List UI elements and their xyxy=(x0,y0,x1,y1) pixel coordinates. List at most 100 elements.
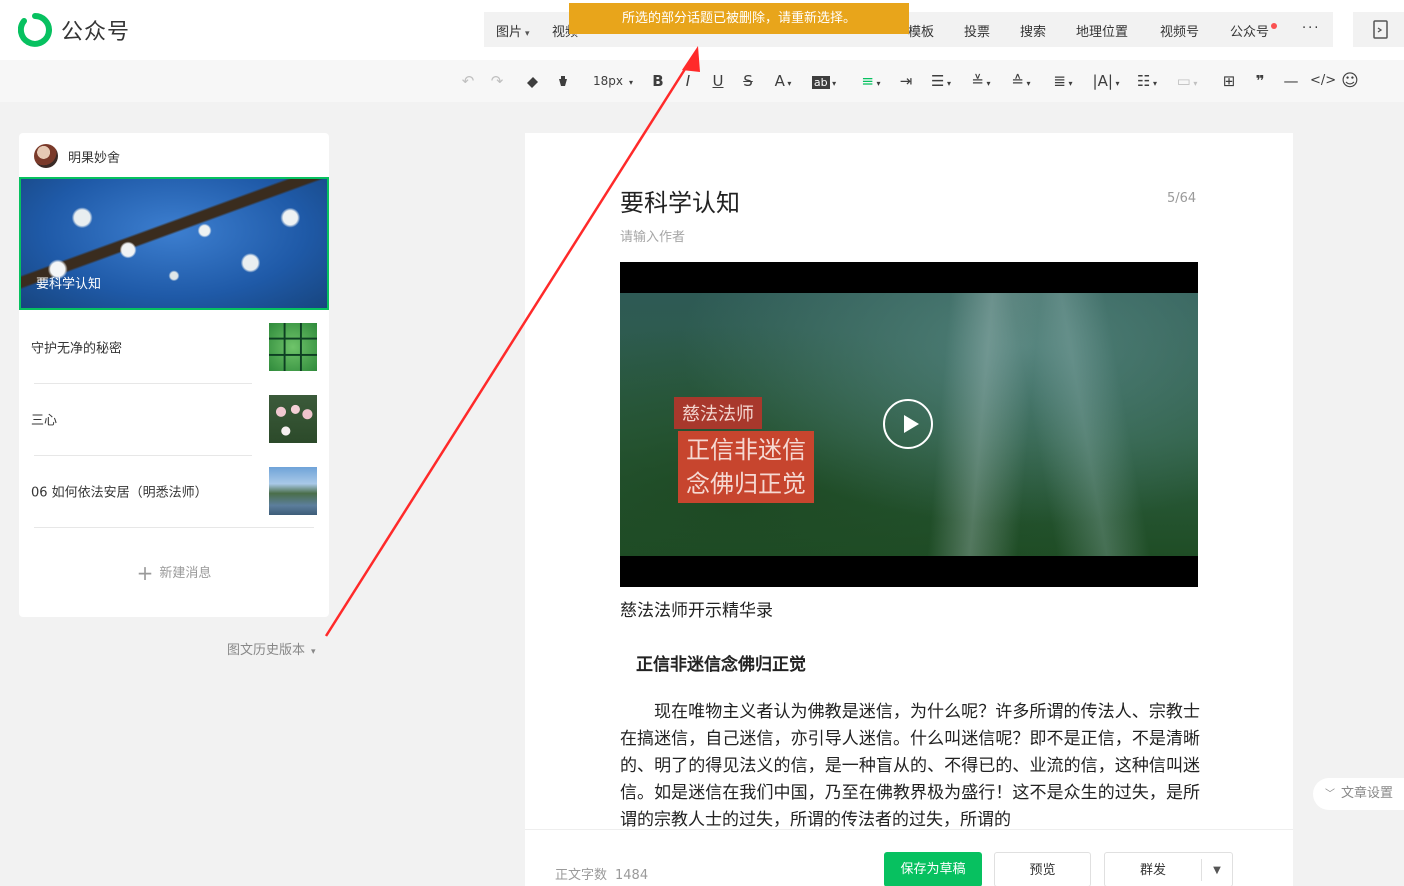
format-painter-icon[interactable] xyxy=(522,70,542,92)
video-player[interactable]: 慈法法师 正信非迷信 念佛归正觉 xyxy=(620,262,1198,587)
table-icon[interactable]: ⊞ xyxy=(1218,70,1240,92)
bold-icon[interactable]: B xyxy=(648,70,668,92)
word-count-label: 正文字数 xyxy=(555,868,608,883)
horizontal-rule-icon[interactable]: — xyxy=(1280,70,1302,92)
account-name: 明果妙舍 xyxy=(68,150,121,166)
new-message-label: 新建消息 xyxy=(159,566,212,581)
cover-article[interactable]: 要科学认知 xyxy=(19,177,329,310)
insert-account-label: 公众号 xyxy=(1230,25,1270,40)
italic-icon[interactable]: I xyxy=(678,70,698,92)
more-icon: ··· xyxy=(1302,21,1321,36)
more-menu-button[interactable]: ··· xyxy=(1302,21,1320,36)
author-input[interactable]: 请输入作者 xyxy=(620,226,685,245)
video-label-line: 念佛归正觉 xyxy=(686,470,806,498)
video-label-top: 慈法法师 xyxy=(674,397,762,429)
app-name: 公众号 xyxy=(61,20,131,45)
article-thumbnail xyxy=(269,467,317,515)
video-label-main: 正信非迷信 念佛归正觉 xyxy=(678,431,814,503)
article-title: 三心 xyxy=(31,413,58,429)
quote-icon[interactable]: ❞ xyxy=(1249,70,1271,92)
justify-icon[interactable]: ☰ ▾ xyxy=(926,70,956,92)
save-draft-button[interactable]: 保存为草稿 xyxy=(884,852,982,886)
editor-area: 要科学认知 5/64 请输入作者 慈法法师 正信非迷信 念佛归正觉 慈法法师开示… xyxy=(525,133,1293,886)
redo-icon[interactable]: ↷ xyxy=(487,70,507,92)
align-left-icon[interactable]: ≡ ▾ xyxy=(856,70,886,92)
list-item[interactable]: 三心 xyxy=(19,383,329,455)
line-height-icon[interactable]: ≣ ▾ xyxy=(1048,70,1078,92)
word-count-value: 1484 xyxy=(615,868,649,883)
side-panel-toggle[interactable] xyxy=(1353,12,1404,47)
underline-icon[interactable]: U xyxy=(708,70,728,92)
highlight-color-icon[interactable]: ab ▾ xyxy=(808,70,840,92)
insert-search-label: 搜索 xyxy=(1020,25,1047,40)
article-subheading[interactable]: 正信非迷信念佛归正觉 xyxy=(636,650,806,675)
article-title: 06 如何依法安居（明悉法师） xyxy=(31,485,208,501)
font-size-value: 18px xyxy=(592,74,623,88)
insert-template-menu[interactable]: 模板 xyxy=(908,21,934,40)
insert-account-menu[interactable]: 公众号 xyxy=(1230,21,1278,40)
indent-icon[interactable]: ⇥ xyxy=(896,70,916,92)
insert-channels-label: 视频号 xyxy=(1160,25,1200,40)
image-align-icon[interactable]: ▭ ▾ xyxy=(1172,70,1202,92)
insert-location-label: 地理位置 xyxy=(1076,25,1129,40)
letter-spacing-icon[interactable]: |A| ▾ xyxy=(1090,70,1122,92)
article-title-input[interactable]: 要科学认知 xyxy=(620,183,740,218)
insert-template-label: 模板 xyxy=(908,25,935,40)
clear-format-icon[interactable] xyxy=(553,70,573,92)
article-body-text[interactable]: 现在唯物主义者认为佛教是迷信，为什么呢？许多所谓的传法人、宗教士在搞迷信，自己迷… xyxy=(620,699,1200,834)
insert-location-menu[interactable]: 地理位置 xyxy=(1076,21,1128,40)
account-header: 明果妙舍 xyxy=(34,144,120,168)
paragraph-spacing-before-icon[interactable]: ≚ ▾ xyxy=(966,70,996,92)
divider xyxy=(34,527,314,528)
chevron-down-icon: ▾ xyxy=(628,78,633,87)
list-item[interactable]: 守护无净的秘密 xyxy=(19,311,329,383)
undo-icon[interactable]: ↶ xyxy=(458,70,478,92)
list-icon[interactable]: ☷ ▾ xyxy=(1132,70,1162,92)
history-label: 图文历史版本 xyxy=(227,643,306,658)
list-item[interactable]: 06 如何依法安居（明悉法师） xyxy=(19,455,329,527)
cover-article-title: 要科学认知 xyxy=(36,277,102,292)
bottom-action-bar: 正文字数 1484 保存为草稿 预览 群发 ▼ xyxy=(525,829,1293,886)
code-icon[interactable]: </> xyxy=(1310,70,1336,92)
toast-notification: 所选的部分话题已被删除，请重新选择。 xyxy=(569,3,909,34)
logo: 公众号 xyxy=(18,13,130,47)
publish-button-group: 群发 ▼ xyxy=(1104,852,1233,886)
chevron-down-icon: ▾ xyxy=(525,29,530,39)
emoji-icon[interactable]: ☺ xyxy=(1339,70,1361,92)
document-icon xyxy=(1373,20,1388,39)
publish-button[interactable]: 群发 xyxy=(1105,853,1201,886)
play-icon[interactable] xyxy=(883,399,933,449)
video-caption[interactable]: 慈法法师开示精华录 xyxy=(620,596,773,621)
chevron-down-icon: ﹀ xyxy=(1325,789,1335,800)
new-message-button[interactable]: + 新建消息 xyxy=(19,561,329,585)
article-title: 守护无净的秘密 xyxy=(31,341,123,357)
avatar xyxy=(34,144,58,168)
title-char-count: 5/64 xyxy=(1167,191,1197,206)
article-list-panel: 明果妙舍 要科学认知 守护无净的秘密 三心 06 如何依法安居（明悉法师） + 新… xyxy=(19,133,329,617)
preview-button[interactable]: 预览 xyxy=(994,852,1091,886)
plus-icon: + xyxy=(136,561,154,585)
insert-image-menu[interactable]: 图片 ▾ xyxy=(496,21,530,40)
word-count: 正文字数 1484 xyxy=(555,864,648,883)
article-thumbnail xyxy=(269,395,317,443)
paragraph-spacing-after-icon[interactable]: ≙ ▾ xyxy=(1006,70,1036,92)
insert-vote-menu[interactable]: 投票 xyxy=(964,21,990,40)
article-settings-button[interactable]: ﹀ 文章设置 xyxy=(1313,778,1404,810)
history-versions-dropdown[interactable]: 图文历史版本 ▾ xyxy=(227,639,316,658)
notification-dot xyxy=(1271,23,1278,29)
strikethrough-icon[interactable]: S xyxy=(738,70,758,92)
format-toolbar: ↶ ↷ 18px ▾ B I U S A ▾ ab ▾ ≡ ▾ ⇥ ☰ ▾ ≚ ▾… xyxy=(0,60,1404,102)
video-label-line: 正信非迷信 xyxy=(686,436,806,464)
insert-vote-label: 投票 xyxy=(964,25,991,40)
font-color-icon[interactable]: A ▾ xyxy=(768,70,798,92)
article-thumbnail xyxy=(269,323,317,371)
insert-image-label: 图片 xyxy=(496,25,523,40)
insert-search-menu[interactable]: 搜索 xyxy=(1020,21,1046,40)
chevron-down-icon: ▾ xyxy=(311,647,316,657)
article-settings-label: 文章设置 xyxy=(1341,786,1394,801)
chevron-down-icon[interactable]: ▼ xyxy=(1202,853,1232,886)
font-size-select[interactable]: 18px ▾ xyxy=(588,70,638,92)
insert-channels-menu[interactable]: 视频号 xyxy=(1160,21,1199,40)
logo-icon xyxy=(18,13,52,47)
video-frame: 慈法法师 正信非迷信 念佛归正觉 xyxy=(620,293,1198,556)
